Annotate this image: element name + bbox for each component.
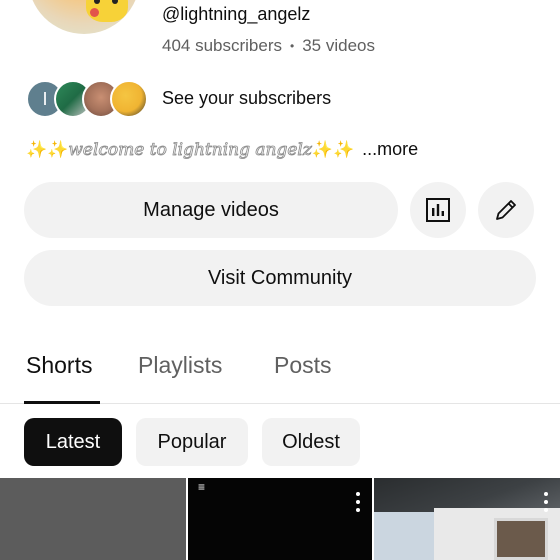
- see-subscribers-link[interactable]: See your subscribers: [162, 88, 331, 109]
- channel-tabs: Shorts Playlists Posts: [0, 340, 560, 404]
- analytics-icon: [426, 198, 450, 222]
- channel-description[interactable]: ✨✨ welcome to lightning angelz ✨✨ ...mor…: [26, 139, 418, 160]
- channel-handle: @lightning_angelz: [162, 4, 311, 24]
- pikachu-cheek: [90, 8, 99, 17]
- description-text: welcome to lightning angelz: [68, 139, 312, 160]
- subscriber-avatar: [110, 80, 148, 118]
- tab-posts[interactable]: Posts: [274, 352, 332, 379]
- more-options-icon[interactable]: [356, 492, 360, 512]
- thumbnail-window: [494, 518, 548, 560]
- shorts-grid: ≡: [0, 478, 560, 560]
- channel-avatar[interactable]: [28, 0, 140, 34]
- short-thumbnail[interactable]: [374, 478, 560, 560]
- more-options-icon[interactable]: [544, 492, 548, 512]
- capcut-logo-icon: ≡: [198, 480, 206, 494]
- more-link[interactable]: ...more: [362, 139, 418, 160]
- subscriber-count: 404 subscribers: [162, 36, 283, 55]
- stats-separator: •: [290, 39, 295, 53]
- thumbnail-sky: [374, 512, 434, 560]
- sparkles-icon: ✨✨: [26, 139, 69, 159]
- channel-stats: 404 subscribers • 35 videos: [162, 36, 375, 56]
- video-count: 35 videos: [302, 36, 375, 55]
- visit-community-button[interactable]: Visit Community: [24, 250, 536, 306]
- filter-chip-oldest[interactable]: Oldest: [262, 418, 360, 466]
- thumbnail-roof: [374, 478, 560, 512]
- manage-videos-button[interactable]: Manage videos: [24, 182, 398, 238]
- pencil-icon: [496, 200, 516, 220]
- edit-channel-button[interactable]: [478, 182, 534, 238]
- filter-chip-latest[interactable]: Latest: [24, 418, 122, 466]
- short-thumbnail[interactable]: [0, 478, 186, 560]
- tab-shorts[interactable]: Shorts: [26, 352, 92, 379]
- tab-playlists[interactable]: Playlists: [138, 352, 222, 379]
- short-thumbnail[interactable]: ≡: [188, 478, 372, 560]
- analytics-button[interactable]: [410, 182, 466, 238]
- filter-chip-popular[interactable]: Popular: [136, 418, 248, 466]
- sparkles-icon: ✨✨: [311, 139, 355, 159]
- active-tab-indicator: [24, 401, 100, 404]
- subscriber-avatars[interactable]: I: [26, 80, 148, 118]
